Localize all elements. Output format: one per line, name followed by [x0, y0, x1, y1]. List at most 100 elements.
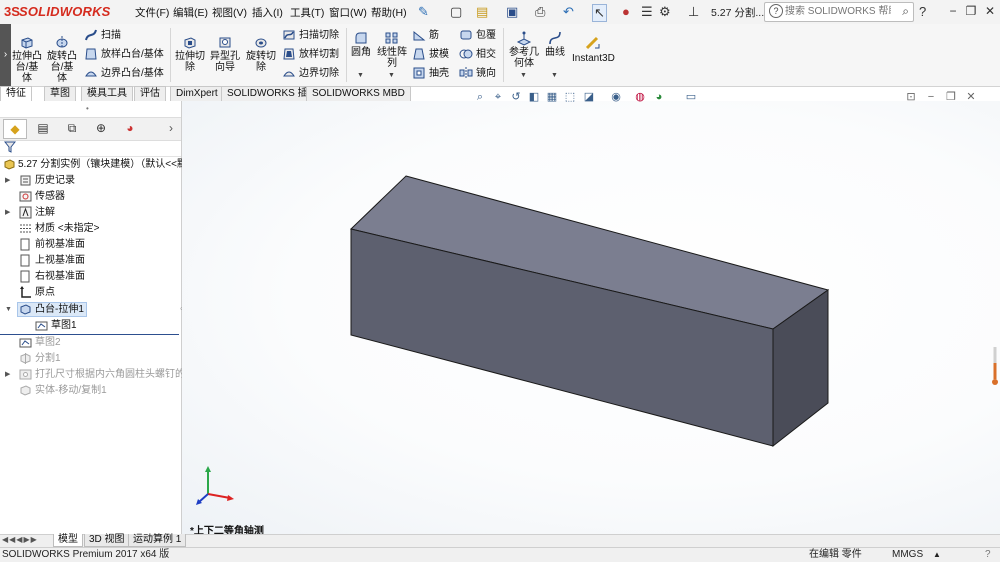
tree-item[interactable]: 前视基准面: [0, 237, 181, 252]
configuration-manager-tab-icon[interactable]: ⧉: [61, 119, 83, 137]
open-folder-icon[interactable]: ▤: [476, 4, 488, 20]
reference-geometry-dropdown-icon[interactable]: ▼: [520, 72, 527, 79]
rollback-bar[interactable]: [0, 334, 179, 335]
draft-button[interactable]: 拔模: [412, 47, 449, 63]
curves-dropdown-icon[interactable]: ▼: [551, 72, 558, 79]
dynamic-annotation-icon[interactable]: ▦: [545, 90, 559, 104]
tree-filter-bar[interactable]: [0, 139, 181, 157]
feature-tree-tab-icon[interactable]: ◆: [3, 119, 27, 139]
menu-edit[interactable]: 编辑(E): [173, 5, 208, 20]
display-style-icon[interactable]: ◪: [582, 90, 596, 104]
tree-item[interactable]: 草图2: [0, 335, 181, 350]
zoom-to-area-icon[interactable]: ⌖: [491, 90, 505, 104]
tree-item[interactable]: ▶ 历史记录: [0, 173, 181, 188]
tree-item[interactable]: ▶ 打孔尺寸根据内六角圆柱头螺钉的类型: [0, 367, 205, 382]
rib-button[interactable]: 筋: [412, 28, 439, 44]
mirror-button[interactable]: 镜向: [459, 66, 496, 82]
menu-tools[interactable]: 工具(T): [290, 5, 324, 20]
loft-boss-button[interactable]: 放样凸台/基体: [84, 47, 164, 63]
tab-sketch[interactable]: 草图: [44, 86, 76, 101]
viewport-minimize-icon[interactable]: −: [924, 90, 938, 104]
menu-window[interactable]: 窗口(W): [329, 5, 367, 20]
close-window-button[interactable]: ✕: [981, 2, 999, 20]
linear-pattern-dropdown-icon[interactable]: ▼: [388, 72, 395, 79]
rebuild-icon[interactable]: ●: [622, 4, 630, 20]
expand-arrow-icon[interactable]: ▶: [5, 205, 10, 220]
help-search-input[interactable]: [785, 4, 891, 18]
minimize-window-button[interactable]: −: [944, 2, 962, 20]
tree-item[interactable]: 草图1: [0, 318, 181, 333]
units-dropdown-icon[interactable]: ▲: [933, 548, 941, 562]
tree-item[interactable]: 实体-移动/复制1: [0, 383, 181, 398]
hole-wizard-button[interactable]: 异型孔 向导: [208, 34, 242, 73]
tree-item[interactable]: ▼ 凸台-拉伸1: [0, 302, 181, 317]
tab-mold-tools[interactable]: 模具工具: [81, 86, 133, 101]
tree-item[interactable]: 材质 <未指定>: [0, 221, 181, 236]
task-pane-thermometer-icon[interactable]: [992, 347, 998, 387]
apply-scene-icon[interactable]: ◕: [652, 90, 666, 104]
wrap-button[interactable]: 包覆: [459, 28, 496, 44]
tree-item[interactable]: ▶ 注解: [0, 205, 181, 220]
expand-arrow-icon[interactable]: ▶: [5, 367, 10, 382]
menu-file[interactable]: 文件(F): [135, 5, 169, 20]
linear-pattern-button[interactable]: 线性阵 列: [375, 30, 409, 69]
tree-item[interactable]: 右视基准面: [0, 269, 181, 284]
fm-tabs-more-icon[interactable]: ›: [160, 119, 182, 137]
section-view-icon[interactable]: ◧: [527, 90, 541, 104]
zoom-to-fit-icon[interactable]: ⌕: [473, 90, 487, 104]
viewport-restore-icon[interactable]: ❐: [944, 90, 958, 104]
search-icon[interactable]: ⌕: [902, 4, 909, 19]
tree-item[interactable]: 上视基准面: [0, 253, 181, 268]
revolve-boss-button[interactable]: 旋转凸 台/基体: [46, 34, 78, 84]
menu-insert[interactable]: 插入(I): [252, 5, 283, 20]
dimxpert-manager-tab-icon[interactable]: ⊕: [90, 119, 112, 137]
tree-item[interactable]: 分割1: [0, 351, 181, 366]
tree-item[interactable]: 传感器: [0, 189, 181, 204]
save-icon[interactable]: ▣: [506, 4, 518, 20]
help-search-box[interactable]: ? ⌕: [764, 2, 914, 22]
edit-appearance-icon[interactable]: ◍: [633, 90, 647, 104]
menu-help[interactable]: 帮助(H): [371, 5, 407, 20]
options-gear-icon[interactable]: ⚙: [659, 4, 671, 20]
curves-button[interactable]: 曲线: [543, 30, 567, 58]
view-orientation-icon[interactable]: ⬚: [563, 90, 577, 104]
tab-evaluate[interactable]: 评估: [134, 86, 166, 101]
tab-motion-study[interactable]: 运动算例 1: [128, 534, 187, 547]
tree-item[interactable]: 原点: [0, 285, 181, 300]
expand-arrow-icon[interactable]: ▶: [5, 173, 10, 188]
viewport-tile-icon[interactable]: ⊡: [904, 90, 918, 104]
intersect-button[interactable]: 相交: [459, 47, 496, 63]
reference-geometry-button[interactable]: 参考几 何体: [507, 30, 541, 69]
sweep-button[interactable]: 扫描: [84, 28, 121, 44]
solidworks-logo[interactable]: 3S SOLIDWORKS: [4, 3, 116, 21]
boundary-cut-button[interactable]: 边界切除: [282, 66, 339, 82]
menu-view[interactable]: 视图(V): [212, 5, 247, 20]
file-properties-icon[interactable]: ☰: [641, 4, 653, 20]
help-icon[interactable]: ?: [919, 4, 926, 20]
instant3d-button[interactable]: Instant3D: [572, 36, 615, 64]
tree-root-part[interactable]: 5.27 分割实例（镶块建模）（默认<<默认: [0, 157, 197, 172]
model-box[interactable]: [182, 101, 1000, 534]
boundary-boss-button[interactable]: 边界凸台/基体: [84, 66, 164, 82]
select-cursor-icon[interactable]: ↖: [592, 4, 607, 22]
display-manager-tab-icon[interactable]: ◕: [119, 119, 141, 137]
swept-cut-button[interactable]: 扫描切除: [282, 28, 339, 44]
tab-solidworks-mbd[interactable]: SOLIDWORKS MBD: [306, 86, 411, 101]
hide-show-items-icon[interactable]: ◉: [609, 90, 623, 104]
status-help-icon[interactable]: ?: [985, 548, 991, 562]
origin-marker-icon[interactable]: ⊥: [688, 4, 699, 20]
shell-button[interactable]: 抽壳: [412, 66, 449, 82]
tab-dimxpert[interactable]: DimXpert: [170, 86, 224, 101]
tab-features[interactable]: 特征: [0, 86, 32, 101]
extrude-cut-button[interactable]: 拉伸切 除: [174, 34, 206, 73]
fillet-dropdown-icon[interactable]: ▼: [357, 72, 364, 79]
print-icon[interactable]: ⎙: [535, 4, 545, 20]
undo-icon[interactable]: ↶: [563, 4, 574, 20]
viewport-close-icon[interactable]: ✕: [964, 90, 978, 104]
new-document-icon[interactable]: ▢: [450, 4, 462, 20]
previous-view-icon[interactable]: ↺: [509, 90, 523, 104]
fillet-button[interactable]: 圆角: [349, 30, 373, 58]
collapse-arrow-icon[interactable]: ▼: [5, 302, 12, 317]
tab-scroll-arrows-icon[interactable]: ◀◀◀▶▶: [2, 535, 38, 544]
expand-panel-arrow[interactable]: ›: [0, 24, 11, 86]
